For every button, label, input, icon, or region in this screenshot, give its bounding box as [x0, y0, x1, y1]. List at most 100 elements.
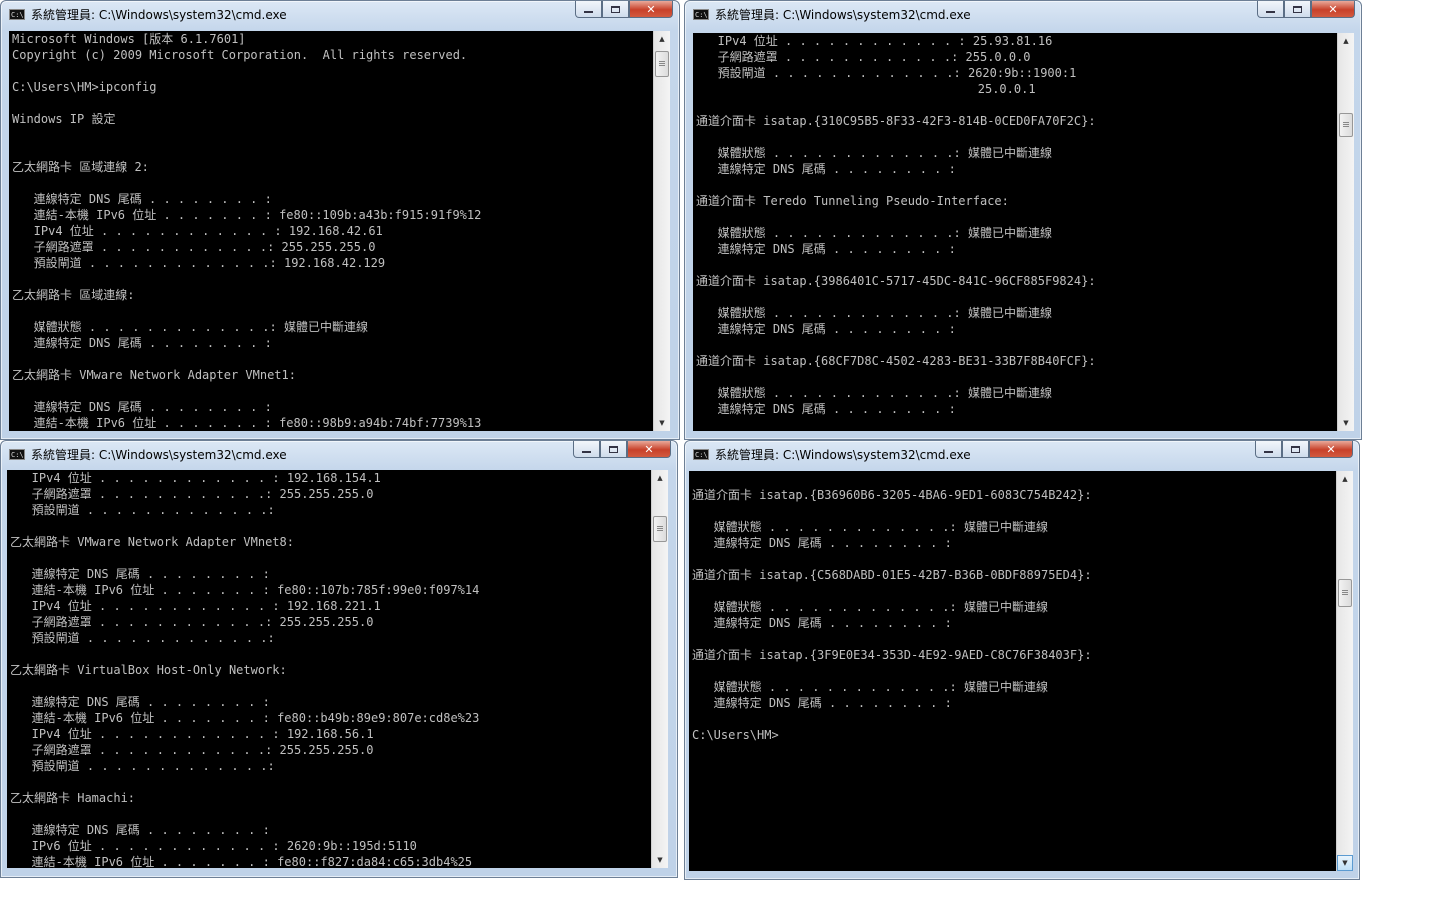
- console-line: 連線特定 DNS 尾碼 . . . . . . . . :: [692, 536, 952, 550]
- vertical-scrollbar[interactable]: ▲ ▼: [653, 31, 670, 431]
- scroll-up-arrow[interactable]: ▲: [1337, 471, 1353, 487]
- console-output[interactable]: Microsoft Windows [版本 6.1.7601] Copyright…: [9, 31, 670, 431]
- console-line: 媒體狀態 . . . . . . . . . . . . .: 媒體已中斷連線: [696, 386, 1052, 400]
- maximize-icon: [611, 5, 620, 13]
- console-line: 媒體狀態 . . . . . . . . . . . . .: 媒體已中斷連線: [692, 520, 1048, 534]
- scroll-thumb[interactable]: [653, 516, 667, 542]
- cmd-icon[interactable]: C:\: [693, 449, 709, 460]
- console-line: 乙太網路卡 VMware Network Adapter VMnet8:: [10, 535, 294, 549]
- maximize-button[interactable]: [1282, 441, 1309, 458]
- minimize-button[interactable]: [1255, 441, 1282, 458]
- console-line: 連結-本機 IPv6 位址 . . . . . . . : fe80::107b…: [10, 583, 480, 597]
- console-line: 子網路遮罩 . . . . . . . . . . . .: 255.0.0.0: [696, 50, 1031, 64]
- vertical-scrollbar[interactable]: ▲ ▼: [1337, 33, 1354, 431]
- console-line: 子網路遮罩 . . . . . . . . . . . .: 255.255.2…: [10, 743, 374, 757]
- console-line: 乙太網路卡 VMware Network Adapter VMnet1:: [12, 368, 296, 382]
- cmd-icon[interactable]: C:\: [693, 9, 709, 20]
- window-title: 系統管理員: C:\Windows\system32\cmd.exe: [31, 8, 287, 22]
- maximize-icon: [1291, 445, 1300, 453]
- cmd-icon[interactable]: C:\: [9, 449, 25, 460]
- cmd-icon[interactable]: C:\: [9, 9, 25, 20]
- console-line: 連線特定 DNS 尾碼 . . . . . . . . :: [10, 567, 270, 581]
- maximize-icon: [609, 445, 618, 453]
- console-line: 連線特定 DNS 尾碼 . . . . . . . . :: [696, 322, 956, 336]
- console-line: 乙太網路卡 區域連線:: [12, 288, 135, 302]
- close-icon: ✕: [644, 442, 654, 456]
- close-button[interactable]: ✕: [627, 441, 671, 458]
- title-bar[interactable]: C:\ 系統管理員: C:\Windows\system32\cmd.exe ✕: [685, 1, 1361, 29]
- scroll-thumb[interactable]: [1339, 113, 1353, 137]
- console-output[interactable]: IPv4 位址 . . . . . . . . . . . . : 25.93.…: [693, 33, 1354, 431]
- console-line: IPv4 位址 . . . . . . . . . . . . : 192.16…: [12, 224, 383, 238]
- title-bar[interactable]: C:\ 系統管理員: C:\Windows\system32\cmd.exe ✕: [1, 1, 679, 29]
- console-line: Windows IP 設定: [12, 112, 116, 126]
- maximize-button[interactable]: [602, 1, 629, 18]
- close-button[interactable]: ✕: [1311, 1, 1355, 18]
- scroll-down-arrow[interactable]: ▼: [652, 852, 668, 868]
- cmd-window-1[interactable]: C:\ 系統管理員: C:\Windows\system32\cmd.exe ✕…: [0, 0, 680, 440]
- scroll-down-arrow[interactable]: ▼: [1337, 855, 1353, 871]
- vertical-scrollbar[interactable]: ▲ ▼: [651, 470, 668, 868]
- cmd-window-3[interactable]: C:\ 系統管理員: C:\Windows\system32\cmd.exe ✕…: [0, 440, 678, 878]
- scroll-thumb[interactable]: [655, 51, 669, 77]
- scroll-up-arrow[interactable]: ▲: [652, 470, 668, 486]
- grip-icon: [1343, 122, 1349, 128]
- minimize-button[interactable]: [1257, 1, 1284, 18]
- maximize-button[interactable]: [1284, 1, 1311, 18]
- console-line: 預設閘道 . . . . . . . . . . . . .: 192.168.…: [12, 256, 386, 270]
- console-line: 連結-本機 IPv6 位址 . . . . . . . : fe80::b49b…: [10, 711, 480, 725]
- console-lines: IPv4 位址 . . . . . . . . . . . . : 192.16…: [10, 470, 479, 868]
- cmd-window-4[interactable]: C:\ 系統管理員: C:\Windows\system32\cmd.exe ✕…: [684, 440, 1360, 880]
- console-line: 通道介面卡 isatap.{310C95B5-8F33-42F3-814B-0C…: [696, 114, 1096, 128]
- minimize-icon: [1264, 451, 1273, 453]
- console-lines: 通道介面卡 isatap.{B36960B6-3205-4BA6-9ED1-60…: [692, 471, 1092, 743]
- scroll-down-arrow[interactable]: ▼: [1338, 415, 1354, 431]
- console-line: 子網路遮罩 . . . . . . . . . . . .: 255.255.2…: [12, 240, 376, 254]
- title-bar[interactable]: C:\ 系統管理員: C:\Windows\system32\cmd.exe ✕: [1, 441, 677, 469]
- scroll-thumb[interactable]: [1338, 579, 1352, 607]
- scroll-up-arrow[interactable]: ▲: [654, 31, 670, 47]
- vertical-scrollbar[interactable]: ▲ ▼: [1336, 471, 1353, 871]
- console-line: 通道介面卡 isatap.{68CF7D8C-4502-4283-BE31-33…: [696, 354, 1096, 368]
- console-line: IPv4 位址 . . . . . . . . . . . . : 192.16…: [10, 471, 381, 485]
- maximize-button[interactable]: [600, 441, 627, 458]
- console-line: 連結-本機 IPv6 位址 . . . . . . . : fe80::109b…: [12, 208, 482, 222]
- title-bar[interactable]: C:\ 系統管理員: C:\Windows\system32\cmd.exe ✕: [685, 441, 1359, 469]
- cmd-window-2[interactable]: C:\ 系統管理員: C:\Windows\system32\cmd.exe ✕…: [684, 0, 1362, 440]
- console-line: 連線特定 DNS 尾碼 . . . . . . . . :: [692, 616, 952, 630]
- console-line: IPv4 位址 . . . . . . . . . . . . : 192.16…: [10, 727, 374, 741]
- console-output[interactable]: IPv4 位址 . . . . . . . . . . . . : 192.16…: [7, 470, 668, 868]
- scroll-up-arrow[interactable]: ▲: [1338, 33, 1354, 49]
- console-line: C:\Users\HM>: [692, 728, 779, 742]
- grip-icon: [1342, 590, 1348, 596]
- close-button[interactable]: ✕: [629, 1, 673, 18]
- console-line: 媒體狀態 . . . . . . . . . . . . .: 媒體已中斷連線: [12, 320, 368, 334]
- grip-icon: [657, 526, 663, 532]
- minimize-button[interactable]: [575, 1, 602, 18]
- close-icon: ✕: [1328, 2, 1338, 16]
- scroll-down-arrow[interactable]: ▼: [654, 415, 670, 431]
- close-button[interactable]: ✕: [1309, 441, 1353, 458]
- console-line: 連線特定 DNS 尾碼 . . . . . . . . :: [10, 695, 270, 709]
- console-line: 連結-本機 IPv6 位址 . . . . . . . : fe80::98b9…: [12, 416, 482, 430]
- console-line: 連線特定 DNS 尾碼 . . . . . . . . :: [12, 400, 272, 414]
- console-output[interactable]: 通道介面卡 isatap.{B36960B6-3205-4BA6-9ED1-60…: [689, 471, 1353, 871]
- minimize-button[interactable]: [573, 441, 600, 458]
